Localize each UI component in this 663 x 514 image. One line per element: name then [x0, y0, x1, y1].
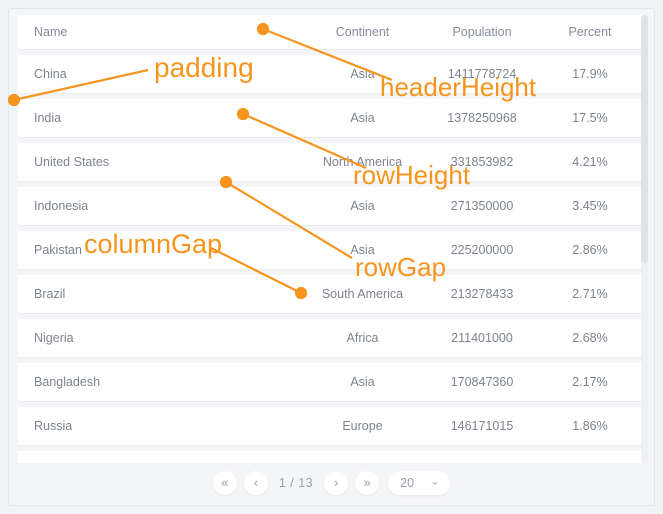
cell-percent: 17.5%: [543, 99, 637, 137]
table-row[interactable]: Bangladesh Asia 170847360 2.17%: [18, 363, 647, 401]
table-row[interactable]: Nigeria Africa 211401000 2.68%: [18, 319, 647, 357]
page-size-value: 20: [400, 476, 415, 490]
table-row[interactable]: Russia Europe 146171015 1.86%: [18, 407, 647, 445]
cell-population: 146171015: [421, 407, 543, 445]
grid-scroll-area[interactable]: Name Continent Population Percent China …: [18, 15, 647, 463]
cell-continent: Asia: [304, 231, 421, 269]
cell-percent: 3.45%: [543, 187, 637, 225]
table-row[interactable]: India Asia 1378250968 17.5%: [18, 99, 647, 137]
table-row[interactable]: United States North America 331853982 4.…: [18, 143, 647, 181]
cell-percent: 2.17%: [543, 363, 637, 401]
cell-name: Pakistan: [34, 243, 82, 257]
cell-name: India: [34, 111, 62, 125]
cell-percent: 2.68%: [543, 319, 637, 357]
table-row[interactable]: Pakistan Asia 225200000 2.86%: [18, 231, 647, 269]
vertical-scrollbar[interactable]: [641, 15, 648, 463]
cell-continent: Asia: [304, 187, 421, 225]
cell-name: Bangladesh: [34, 375, 101, 389]
pagination-bar: « ‹ 1 / 13 › » 20 ⌄: [9, 461, 654, 505]
cell-population: 331853982: [421, 143, 543, 181]
cell-name: Nigeria: [34, 331, 74, 345]
last-page-button[interactable]: »: [355, 471, 380, 495]
cell-population: 211401000: [421, 319, 543, 357]
cell-population: 1378250968: [421, 99, 543, 137]
cell-continent: Africa: [304, 319, 421, 357]
page-indicator: 1 / 13: [278, 476, 314, 490]
column-header-population[interactable]: Population: [421, 15, 543, 49]
column-header-continent[interactable]: Continent: [304, 15, 421, 49]
cell-continent: Europe: [304, 407, 421, 445]
table-row[interactable]: China Asia 1411778724 17.9%: [18, 55, 647, 93]
cell-name: China: [34, 67, 67, 81]
column-header-percent[interactable]: Percent: [543, 15, 637, 49]
table-row[interactable]: Indonesia Asia 271350000 3.45%: [18, 187, 647, 225]
first-page-button[interactable]: «: [212, 471, 237, 495]
cell-population: 271350000: [421, 187, 543, 225]
previous-page-button[interactable]: ‹: [243, 471, 268, 495]
cell-percent: 17.9%: [543, 55, 637, 93]
chevron-down-icon: ⌄: [430, 476, 440, 488]
cell-population: 170847360: [421, 363, 543, 401]
cell-name: United States: [34, 155, 110, 169]
cell-percent: 1.86%: [543, 407, 637, 445]
cell-percent: 4.21%: [543, 143, 637, 181]
page-size-select[interactable]: 20 ⌄: [388, 471, 451, 495]
column-header-name[interactable]: Name: [18, 15, 304, 49]
cell-name: Brazil: [34, 287, 66, 301]
cell-population: 225200000: [421, 231, 543, 269]
cell-continent: Asia: [304, 99, 421, 137]
grid-header-row: Name Continent Population Percent: [18, 15, 647, 49]
cell-name: Indonesia: [34, 199, 89, 213]
vertical-scrollbar-thumb[interactable]: [641, 15, 648, 263]
cell-continent: North America: [304, 143, 421, 181]
next-page-button[interactable]: ›: [324, 471, 349, 495]
table-row[interactable]: Brazil South America 213278433 2.71%: [18, 275, 647, 313]
cell-continent: Asia: [304, 363, 421, 401]
cell-continent: South America: [304, 275, 421, 313]
cell-percent: 2.86%: [543, 231, 637, 269]
cell-percent: 2.71%: [543, 275, 637, 313]
data-grid-container: Name Continent Population Percent China …: [8, 8, 655, 506]
cell-population: 1411778724: [421, 55, 543, 93]
cell-name: Russia: [34, 419, 73, 433]
cell-continent: Asia: [304, 55, 421, 93]
cell-population: 213278433: [421, 275, 543, 313]
